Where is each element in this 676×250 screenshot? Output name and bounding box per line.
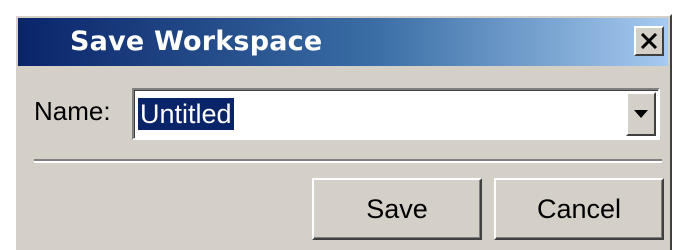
name-combobox[interactable]: Untitled [132, 88, 660, 140]
cancel-button[interactable]: Cancel [494, 178, 664, 240]
chevron-down-icon [634, 110, 648, 118]
separator [34, 159, 662, 163]
close-button[interactable] [634, 26, 664, 56]
dropdown-button[interactable] [626, 92, 656, 136]
name-label: Name: [34, 96, 111, 126]
dialog-title: Save Workspace [70, 26, 323, 57]
close-icon [640, 33, 658, 49]
title-bar[interactable]: Save Workspace [18, 18, 668, 66]
save-workspace-dialog: Save Workspace Name: Untitled Save Cance… [14, 14, 672, 250]
name-input[interactable]: Untitled [138, 98, 234, 130]
save-button[interactable]: Save [312, 178, 482, 240]
